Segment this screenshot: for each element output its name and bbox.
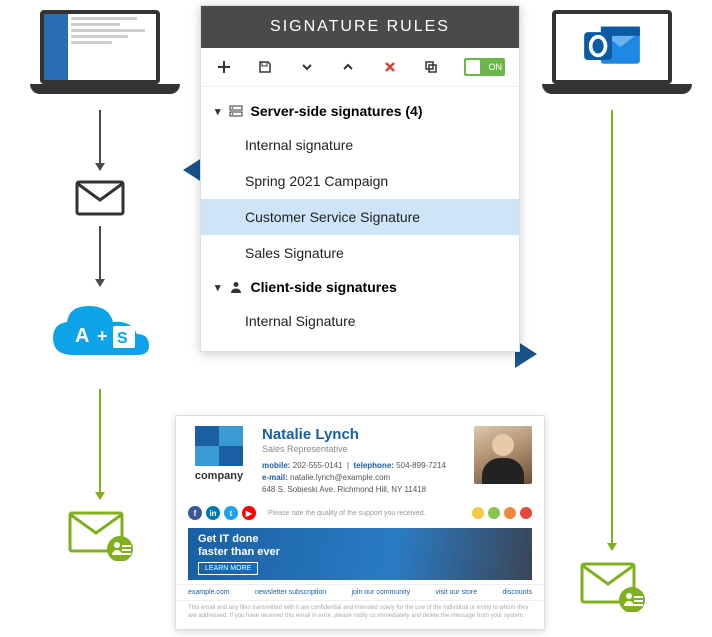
rate-text: Please rate the quality of the support y… <box>260 510 426 517</box>
email-label: e-mail: <box>262 473 288 482</box>
footer-links: example.com newsletter subscription join… <box>176 584 544 601</box>
move-up-button[interactable] <box>340 58 358 76</box>
panel-title: SIGNATURE RULES <box>201 6 519 48</box>
enabled-toggle[interactable]: ON <box>464 58 505 76</box>
signature-name: Natalie Lynch <box>262 426 462 443</box>
arrow-down-green-icon <box>99 389 101 499</box>
signature-rules-panel: SIGNATURE RULES ON ▾ Server-sid <box>200 5 520 352</box>
add-button[interactable] <box>215 58 233 76</box>
envelope-icon <box>75 180 125 216</box>
rule-item[interactable]: Customer Service Signature <box>201 199 519 235</box>
banner[interactable]: Get IT done faster than ever LEARN MORE <box>188 528 532 580</box>
signature-preview: company Natalie Lynch Sales Representati… <box>175 415 545 630</box>
twitter-icon[interactable]: t <box>224 506 238 520</box>
telephone-value: 504-899-7214 <box>396 461 446 470</box>
group-server-side[interactable]: ▾ Server-side signatures (4) <box>201 95 519 127</box>
mobile-label: mobile: <box>262 461 290 470</box>
footer-link[interactable]: newsletter subscription <box>255 589 326 596</box>
footer-link[interactable]: visit our store <box>435 589 477 596</box>
rule-item[interactable]: Sales Signature <box>201 235 519 271</box>
arrow-down-icon <box>99 226 101 286</box>
youtube-icon[interactable]: ▶ <box>242 506 256 520</box>
facebook-icon[interactable]: f <box>188 506 202 520</box>
face-neutral-icon[interactable] <box>504 507 516 519</box>
left-flow: A + S <box>20 10 180 555</box>
banner-cta[interactable]: LEARN MORE <box>198 562 258 575</box>
arrow-down-icon <box>99 110 101 170</box>
banner-line1: Get IT done <box>198 533 259 545</box>
toolbar: ON <box>201 48 519 87</box>
laptop-generic-icon <box>30 10 170 100</box>
save-button[interactable] <box>257 58 275 76</box>
svg-text:A: A <box>75 325 89 347</box>
group-client-side[interactable]: ▾ Client-side signatures <box>201 271 519 303</box>
person-icon <box>229 280 243 294</box>
duplicate-button[interactable] <box>423 58 441 76</box>
svg-text:S: S <box>117 330 128 347</box>
signed-envelope-icon <box>68 511 132 555</box>
chevron-down-icon: ▾ <box>215 281 221 294</box>
company-name: company <box>195 470 243 482</box>
disclaimer: This email and any files transmitted wit… <box>176 601 544 629</box>
footer-link[interactable]: discounts <box>502 589 532 596</box>
group-label: Client-side signatures <box>251 279 397 295</box>
rules-tree: ▾ Server-side signatures (4) Internal si… <box>201 87 519 351</box>
server-icon <box>229 104 243 118</box>
rule-item[interactable]: Internal signature <box>201 127 519 163</box>
outlook-icon <box>576 19 648 75</box>
rule-item[interactable]: Spring 2021 Campaign <box>201 163 519 199</box>
email-value: natalie.lynch@example.com <box>290 473 390 482</box>
svg-text:+: + <box>97 326 108 346</box>
arrow-down-green-icon <box>611 110 613 550</box>
company-logo: company <box>188 426 250 496</box>
telephone-label: telephone: <box>353 461 393 470</box>
footer-link[interactable]: join our community <box>351 589 410 596</box>
signed-envelope-icon <box>580 562 644 606</box>
delete-button[interactable] <box>381 58 399 76</box>
move-down-button[interactable] <box>298 58 316 76</box>
cloud-services-icon: A + S <box>45 300 155 375</box>
group-label: Server-side signatures (4) <box>251 103 423 119</box>
rule-item[interactable]: Internal Signature <box>201 303 519 339</box>
face-ok-icon[interactable] <box>488 507 500 519</box>
banner-line2: faster than ever <box>198 546 280 558</box>
face-sad-icon[interactable] <box>520 507 532 519</box>
toggle-label: ON <box>489 62 503 72</box>
signature-role: Sales Representative <box>262 444 462 454</box>
laptop-outlook-icon <box>542 10 682 100</box>
face-happy-icon[interactable] <box>472 507 484 519</box>
avatar <box>474 426 532 484</box>
mobile-value: 202-555-0141 <box>293 461 343 470</box>
right-flow <box>532 10 692 606</box>
address-value: 648 S. Sobieski Ave. Richmond Hill, NY 1… <box>262 484 462 496</box>
footer-link[interactable]: example.com <box>188 589 230 596</box>
linkedin-icon[interactable]: in <box>206 506 220 520</box>
chevron-down-icon: ▾ <box>215 105 221 118</box>
